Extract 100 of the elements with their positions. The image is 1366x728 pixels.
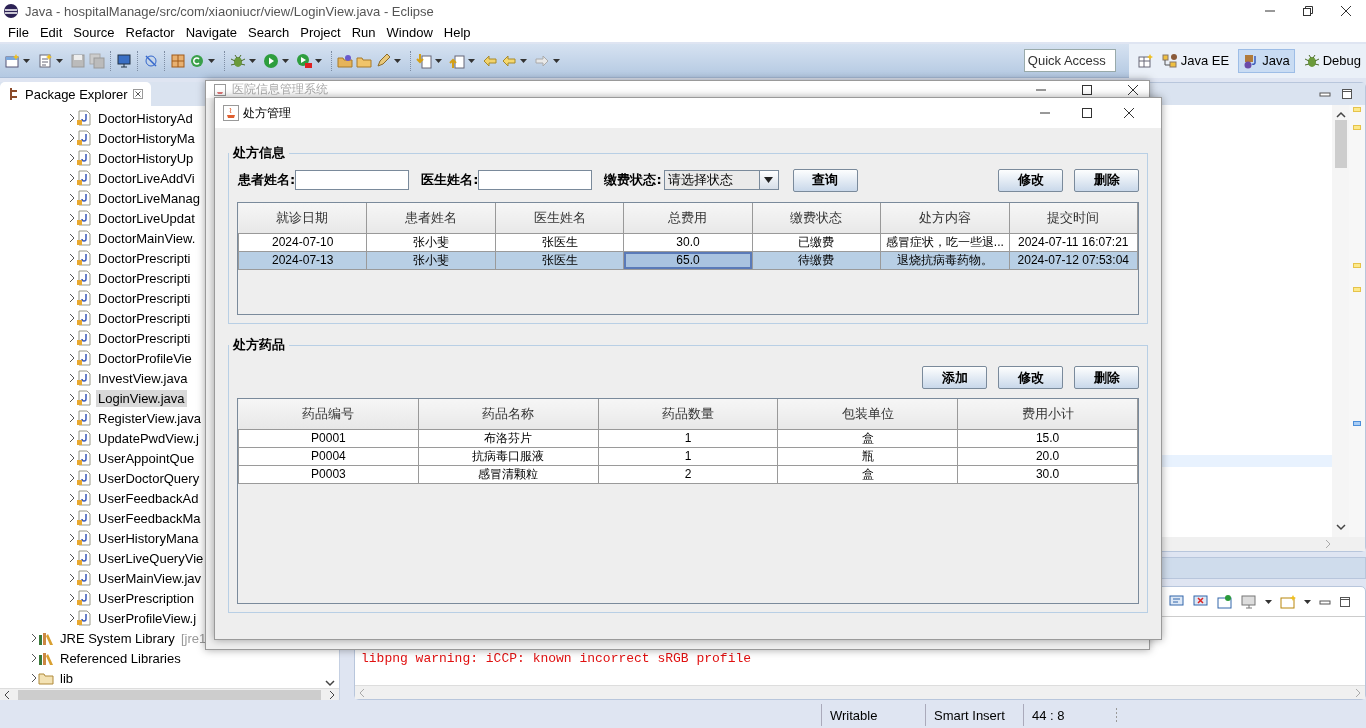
tree-item[interactable]: DoctorHistoryMa <box>96 129 197 147</box>
column-header[interactable]: 药品名称 <box>418 399 599 429</box>
text-field[interactable] <box>295 170 410 190</box>
tree-item[interactable]: UserHistoryMana <box>96 529 201 547</box>
restore-icon[interactable] <box>1302 5 1314 17</box>
tree-item[interactable]: DoctorHistoryUp <box>96 149 196 167</box>
tree-item[interactable]: UserProfileView.j <box>96 609 199 627</box>
menu-item[interactable]: Source <box>67 24 120 40</box>
column-header[interactable]: 药品数量 <box>598 399 778 429</box>
overview-marker[interactable] <box>1353 125 1361 130</box>
perspective-button[interactable]: Java EE <box>1156 48 1235 73</box>
tree-item[interactable]: UserFeedbackAd <box>96 489 201 507</box>
caret-icon[interactable] <box>553 58 560 63</box>
tree-item[interactable]: LoginView.java <box>96 389 187 407</box>
search-button[interactable]: 查询 <box>792 168 858 192</box>
tree-item[interactable]: DoctorPrescripti <box>96 329 193 347</box>
maximize-icon[interactable] <box>1341 88 1353 100</box>
perspective-button[interactable]: Java <box>1238 48 1295 73</box>
column-header[interactable]: 费用小计 <box>957 399 1138 429</box>
perspective-button[interactable]: Debug <box>1298 48 1366 73</box>
caret-icon[interactable] <box>282 58 289 63</box>
pin-icon[interactable] <box>1217 593 1233 610</box>
column-header[interactable]: 总费用 <box>623 203 753 233</box>
column-header[interactable]: 患者姓名 <box>366 203 496 233</box>
caret-icon[interactable] <box>249 58 256 63</box>
tree-item[interactable]: UpdatePwdView.j <box>96 429 201 447</box>
bug-icon[interactable] <box>230 52 246 69</box>
status-dropdown[interactable]: 请选择状态 <box>663 170 779 190</box>
tree-item[interactable]: UserFeedbackMa <box>96 509 203 527</box>
maximize-icon[interactable] <box>1081 83 1093 96</box>
tree-item[interactable]: UserDoctorQuery <box>96 469 202 487</box>
overview-marker[interactable] <box>1353 287 1361 292</box>
run-tool-icon[interactable] <box>296 52 312 69</box>
action-button[interactable]: 删除 <box>1074 366 1139 389</box>
package-grid-icon[interactable] <box>170 52 186 69</box>
menu-item[interactable]: File <box>2 24 34 40</box>
overview-marker[interactable] <box>1353 421 1361 426</box>
caret-icon[interactable] <box>468 58 475 63</box>
caret-icon[interactable] <box>1265 599 1272 604</box>
overview-marker[interactable] <box>1353 263 1361 268</box>
pencil-icon[interactable] <box>375 52 391 69</box>
tree-item[interactable]: UserMainView.jav <box>96 569 204 587</box>
tree-item[interactable]: Referenced Libraries <box>58 649 183 667</box>
open-perspective-icon[interactable] <box>1136 52 1153 69</box>
caret-icon[interactable] <box>394 58 401 63</box>
tree-item[interactable]: DoctorMainView. <box>96 229 198 247</box>
menu-item[interactable]: Edit <box>33 24 68 40</box>
tree-item[interactable]: DoctorLiveManag <box>96 189 202 207</box>
tree-item[interactable]: DoctorProfileVie <box>96 349 194 367</box>
scroll-up-icon[interactable] <box>1335 111 1346 118</box>
scroll-down-icon[interactable] <box>1335 524 1346 531</box>
caret-icon[interactable] <box>435 58 442 63</box>
column-header[interactable]: 缴费状态 <box>752 203 881 233</box>
action-button[interactable]: 添加 <box>922 366 987 389</box>
menu-item[interactable]: Help <box>437 24 476 40</box>
close-icon[interactable] <box>132 89 143 99</box>
scrollbar-thumb[interactable] <box>1334 120 1347 168</box>
menu-item[interactable]: Search <box>242 24 295 40</box>
menu-item[interactable]: Window <box>380 24 438 40</box>
menu-item[interactable]: Run <box>345 24 381 40</box>
column-header[interactable]: 处方内容 <box>880 203 1010 233</box>
column-header[interactable]: 药品编号 <box>238 399 419 429</box>
close-icon[interactable] <box>1340 5 1352 17</box>
scrollbar-thumb[interactable] <box>18 689 321 700</box>
tree-item[interactable]: DoctorHistoryAd <box>96 109 195 127</box>
caret-icon[interactable] <box>315 58 322 63</box>
tree-item[interactable]: DoctorPrescripti <box>96 289 193 307</box>
open-folder-icon[interactable] <box>337 52 353 69</box>
tree-item[interactable]: InvestView.java <box>96 369 190 387</box>
action-button[interactable]: 删除 <box>1074 168 1139 192</box>
quick-access-field[interactable]: Quick Access <box>1023 49 1116 72</box>
scroll-left-icon[interactable] <box>4 689 10 700</box>
action-button[interactable]: 修改 <box>998 168 1063 192</box>
grip-icon[interactable] <box>1115 707 1118 723</box>
caret-icon[interactable] <box>208 58 215 63</box>
menu-item[interactable]: Project <box>294 24 346 40</box>
text-field[interactable] <box>478 170 593 190</box>
column-header[interactable]: 包装单位 <box>777 399 958 429</box>
action-button[interactable]: 修改 <box>998 366 1063 389</box>
tree-item[interactable]: DoctorLiveAddVi <box>96 169 197 187</box>
column-header[interactable]: 就诊日期 <box>238 203 367 233</box>
column-header[interactable]: 提交时间 <box>1009 203 1138 233</box>
tree-item[interactable]: DoctorPrescripti <box>96 249 193 267</box>
tree-item[interactable]: DoctorLiveUpdat <box>96 209 197 227</box>
overview-marker[interactable] <box>1353 107 1361 112</box>
tree-item[interactable]: JRE System Library <box>58 629 177 647</box>
display-icon[interactable] <box>1241 593 1257 610</box>
scroll-right-icon[interactable] <box>329 689 335 700</box>
tree-item[interactable]: RegisterView.java <box>96 409 204 427</box>
caret-icon[interactable] <box>1304 599 1311 604</box>
maximize-icon[interactable] <box>1339 595 1351 608</box>
tree-item[interactable]: lib <box>58 669 75 687</box>
scroll-down-icon[interactable] <box>325 680 335 688</box>
monitor-icon[interactable] <box>116 52 132 69</box>
close-icon[interactable] <box>1123 107 1135 119</box>
tree-item[interactable]: UserAppointQue <box>96 449 197 467</box>
maximize-icon[interactable] <box>1081 107 1093 119</box>
tree-item[interactable]: DoctorPrescripti <box>96 269 193 287</box>
menu-item[interactable]: Refactor <box>119 24 180 40</box>
tree-item[interactable]: UserPrescription <box>96 589 197 607</box>
